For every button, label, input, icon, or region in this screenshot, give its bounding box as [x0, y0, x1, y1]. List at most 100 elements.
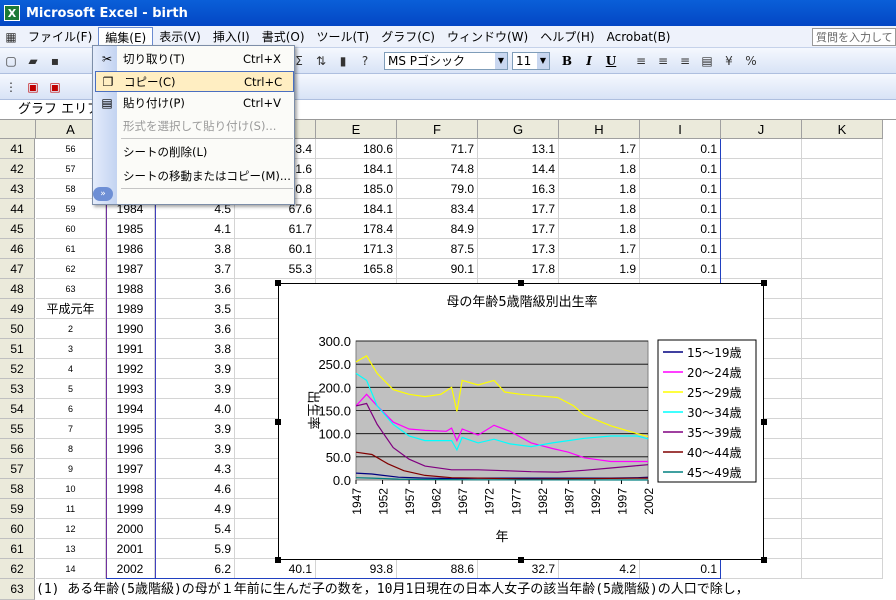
cell-A50[interactable]: 2 [36, 319, 106, 339]
expand-chevron-icon[interactable]: » [93, 187, 113, 201]
cell-A48[interactable]: 63 [36, 279, 106, 299]
cell-C52[interactable]: 3.9 [155, 359, 235, 379]
chart-resize-handle[interactable] [275, 557, 281, 563]
row-header[interactable]: 50 [0, 319, 35, 339]
row-header[interactable]: 43 [0, 179, 35, 199]
row-header[interactable]: 56 [0, 439, 35, 459]
row-header[interactable]: 44 [0, 199, 35, 219]
help-search-input[interactable]: 質問を入力して [812, 28, 896, 46]
cell-I41[interactable]: 0.1 [640, 139, 721, 159]
cell-I42[interactable]: 0.1 [640, 159, 721, 179]
cell-H45[interactable]: 1.8 [559, 219, 640, 239]
cell-A49[interactable]: 平成元年 [36, 299, 106, 319]
cell-B49[interactable]: 1989 [106, 299, 155, 319]
cell-D45[interactable]: 61.7 [235, 219, 316, 239]
row-header[interactable]: 60 [0, 519, 35, 539]
menu-item-7[interactable]: ウィンドウ(W) [441, 27, 534, 47]
row-header[interactable]: 48 [0, 279, 35, 299]
cell-G47[interactable]: 17.8 [478, 259, 559, 279]
cell-B52[interactable]: 1992 [106, 359, 155, 379]
cell-H42[interactable]: 1.8 [559, 159, 640, 179]
cell-J41[interactable] [721, 139, 802, 159]
cell-F41[interactable]: 71.7 [397, 139, 478, 159]
cell-A60[interactable]: 12 [36, 519, 106, 539]
column-header[interactable]: K [802, 120, 883, 139]
chart-wizard-icon[interactable]: ▮ [334, 52, 352, 70]
row-header[interactable]: 47 [0, 259, 35, 279]
row-header[interactable]: 57 [0, 459, 35, 479]
cell-E47[interactable]: 165.8 [316, 259, 397, 279]
column-header[interactable]: G [478, 120, 559, 139]
cell-C50[interactable]: 3.6 [155, 319, 235, 339]
cell-C51[interactable]: 3.8 [155, 339, 235, 359]
cell-E43[interactable]: 185.0 [316, 179, 397, 199]
cell-K58[interactable] [802, 479, 883, 499]
currency-icon[interactable]: ¥ [720, 52, 738, 70]
name-box[interactable]: グラフ エリア [0, 100, 92, 120]
cell-A53[interactable]: 5 [36, 379, 106, 399]
cell-E45[interactable]: 178.4 [316, 219, 397, 239]
row-header[interactable]: 45 [0, 219, 35, 239]
menu-item-5[interactable]: ツール(T) [311, 27, 376, 47]
cell-B46[interactable]: 1986 [106, 239, 155, 259]
cell-C57[interactable]: 4.3 [155, 459, 235, 479]
cell-K62[interactable] [802, 559, 883, 579]
cell-G44[interactable]: 17.7 [478, 199, 559, 219]
cell-J46[interactable] [721, 239, 802, 259]
cell-J42[interactable] [721, 159, 802, 179]
cell-K52[interactable] [802, 359, 883, 379]
cell-K60[interactable] [802, 519, 883, 539]
cell-J45[interactable] [721, 219, 802, 239]
menu-item-3[interactable]: 挿入(I) [207, 27, 256, 47]
cell-I45[interactable]: 0.1 [640, 219, 721, 239]
cell-D46[interactable]: 60.1 [235, 239, 316, 259]
cell-B48[interactable]: 1988 [106, 279, 155, 299]
menu-item-s[interactable]: 形式を選択して貼り付け(S)... [95, 116, 294, 137]
row-header[interactable]: 49 [0, 299, 35, 319]
cell-H47[interactable]: 1.9 [559, 259, 640, 279]
cell-A61[interactable]: 13 [36, 539, 106, 559]
new-document-icon[interactable]: ▢ [2, 52, 20, 70]
cell-J43[interactable] [721, 179, 802, 199]
row-header[interactable]: 58 [0, 479, 35, 499]
cell-F46[interactable]: 87.5 [397, 239, 478, 259]
cell-A56[interactable]: 8 [36, 439, 106, 459]
row-header[interactable]: 46 [0, 239, 35, 259]
cell-I43[interactable]: 0.1 [640, 179, 721, 199]
cell-C60[interactable]: 5.4 [155, 519, 235, 539]
help-icon[interactable]: ? [356, 52, 374, 70]
cell-A58[interactable]: 10 [36, 479, 106, 499]
cell-K47[interactable] [802, 259, 883, 279]
cell-B57[interactable]: 1997 [106, 459, 155, 479]
cell-C58[interactable]: 4.6 [155, 479, 235, 499]
cell-F47[interactable]: 90.1 [397, 259, 478, 279]
cell-E46[interactable]: 171.3 [316, 239, 397, 259]
row-header[interactable]: 59 [0, 499, 35, 519]
open-folder-icon[interactable]: ▰ [24, 52, 42, 70]
align-left-icon[interactable]: ≡ [632, 52, 650, 70]
cell-K54[interactable] [802, 399, 883, 419]
menu-item-t[interactable]: ✂ 切り取り(T) Ctrl+X [95, 49, 294, 70]
bold-button[interactable]: B [557, 51, 577, 71]
cell-K42[interactable] [802, 159, 883, 179]
cell-B51[interactable]: 1991 [106, 339, 155, 359]
cell-K59[interactable] [802, 499, 883, 519]
cell-K41[interactable] [802, 139, 883, 159]
cell-K48[interactable] [802, 279, 883, 299]
cell-C59[interactable]: 4.9 [155, 499, 235, 519]
merge-center-icon[interactable]: ▤ [698, 52, 716, 70]
cell-D47[interactable]: 55.3 [235, 259, 316, 279]
cell-H41[interactable]: 1.7 [559, 139, 640, 159]
menu-item-9[interactable]: Acrobat(B) [601, 27, 677, 47]
font-name-select[interactable]: MS Pゴシック ▼ [384, 51, 508, 70]
row-header[interactable]: 62 [0, 559, 35, 579]
row-header[interactable]: 42 [0, 159, 35, 179]
cell-K50[interactable] [802, 319, 883, 339]
cell-A46[interactable]: 61 [36, 239, 106, 259]
menu-item-6[interactable]: グラフ(C) [375, 27, 441, 47]
chart-area[interactable]: 母の年齢5歳階級別出生率 0.0 50.0 100.0 150.0 200.0 250.0 3… [278, 283, 764, 560]
cell-J44[interactable] [721, 199, 802, 219]
cell-K61[interactable] [802, 539, 883, 559]
cell-B50[interactable]: 1990 [106, 319, 155, 339]
chart-resize-handle[interactable] [761, 280, 767, 286]
